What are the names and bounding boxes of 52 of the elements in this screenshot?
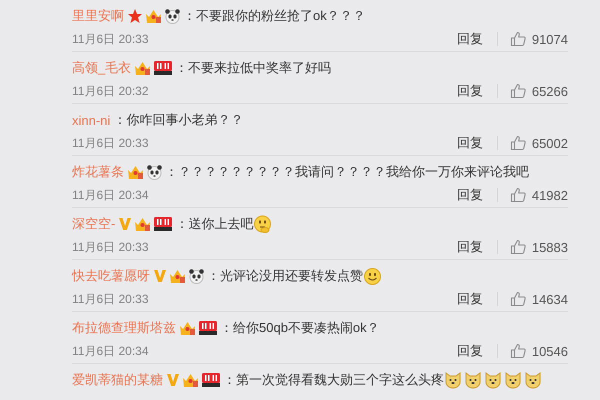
thumbs-up-icon — [510, 135, 526, 151]
reply-button[interactable]: 回复 — [456, 30, 483, 48]
like-button[interactable]: 41982 — [510, 187, 568, 203]
thumbs-up-icon — [510, 343, 526, 359]
reply-button[interactable]: 回复 — [456, 342, 483, 360]
star-icon — [127, 8, 143, 24]
reply-button[interactable]: 回复 — [456, 186, 483, 204]
comment-text: ：光评论没用还要转发点赞 — [207, 267, 363, 285]
thumbs-up-icon — [510, 83, 526, 99]
smile-emoji-icon — [363, 266, 382, 286]
crown-icon — [182, 372, 199, 388]
comment-text: ：不要来拉低中奖率了好吗 — [175, 59, 332, 77]
crown-icon — [179, 320, 196, 336]
panda-icon — [146, 164, 163, 180]
reply-button[interactable]: 回复 — [456, 134, 483, 152]
comment-text: ：第一次觉得看魏大勋三个字这么头疼 — [223, 371, 444, 389]
like-button[interactable]: 14634 — [510, 291, 568, 307]
like-button[interactable]: 10546 — [510, 343, 568, 359]
verified-v-icon — [118, 216, 132, 232]
thinking-emoji-icon — [253, 214, 272, 234]
comment-text: ：？？？？？？？？？我请问？？？？我给你一万你来评论我吧 — [165, 163, 529, 181]
crown-icon — [169, 268, 186, 284]
comment-time: 11月6日 20:33 — [72, 290, 150, 308]
comment-time: 11月6日 20:32 — [72, 82, 150, 100]
crown-icon — [134, 216, 152, 232]
verified-v-icon — [153, 268, 167, 284]
thumbs-up-icon — [510, 31, 526, 47]
verified-v-icon — [166, 372, 180, 388]
crown-icon — [134, 60, 152, 76]
like-button[interactable]: 91074 — [510, 31, 568, 47]
comment-text: ：不要跟你的粉丝抢了ok？？？ — [183, 7, 366, 25]
crown-icon — [127, 164, 144, 180]
like-button[interactable]: 65002 — [510, 135, 568, 151]
crown-icon — [145, 8, 162, 24]
comment-time: 11月6日 20:33 — [72, 238, 150, 256]
reply-button[interactable]: 回复 — [456, 290, 483, 308]
thumbs-up-icon — [510, 239, 526, 255]
panda-icon — [188, 268, 205, 284]
thumbs-up-icon — [510, 187, 526, 203]
panda-icon — [164, 8, 181, 24]
reply-button[interactable]: 回复 — [456, 82, 483, 100]
comment-text: ：给你50qb不要凑热闹ok？ — [220, 319, 380, 337]
comment-time: 11月6日 20:34 — [72, 342, 150, 360]
reply-button[interactable]: 回复 — [456, 238, 483, 256]
comment-time: 11月6日 20:33 — [72, 30, 150, 48]
like-button[interactable]: 15883 — [510, 239, 568, 255]
comment-time: 11月6日 20:33 — [72, 134, 150, 152]
comment-time: 11月6日 20:34 — [72, 186, 150, 204]
comment-text: ：你咋回事小老弟？？ — [113, 111, 244, 129]
comment-text: ：送你上去吧 — [175, 215, 254, 233]
like-button[interactable]: 65266 — [510, 83, 568, 99]
thumbs-up-icon — [510, 291, 526, 307]
